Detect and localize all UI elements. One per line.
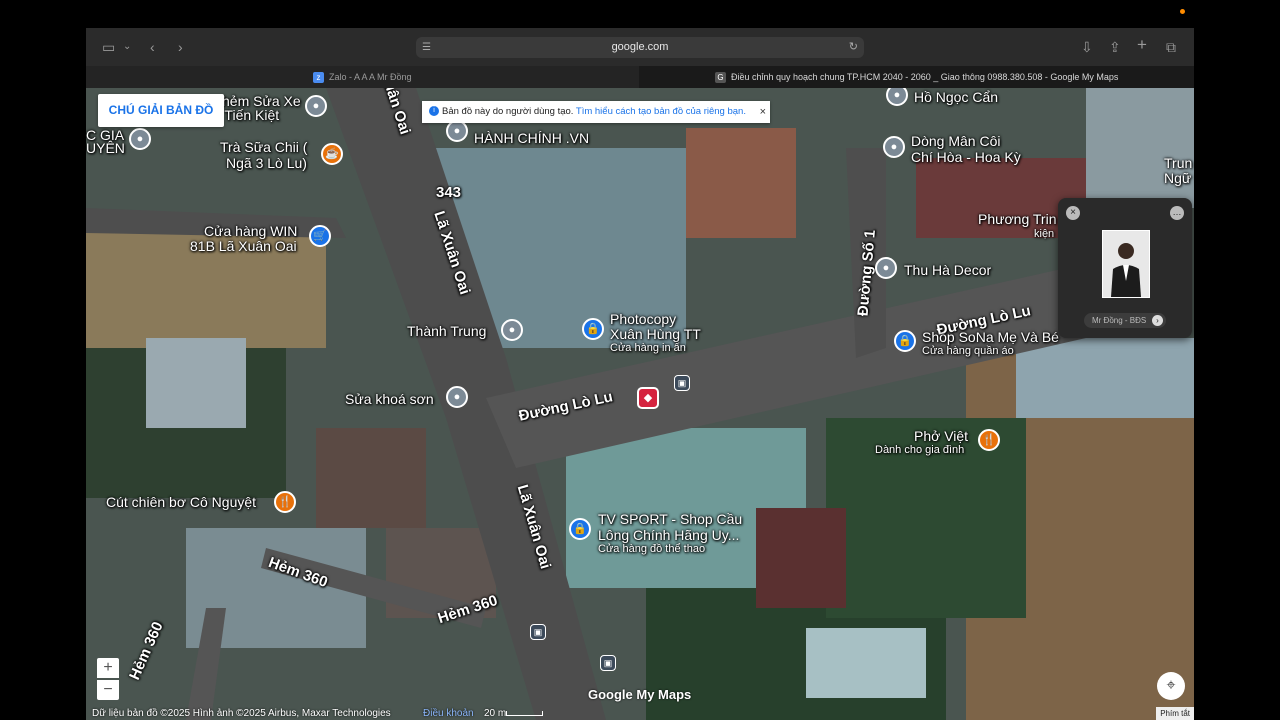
share-icon[interactable]: ⇪ <box>1109 38 1121 56</box>
chevron-right-icon[interactable]: › <box>1152 315 1163 326</box>
notice-link[interactable]: Tìm hiểu cách tạo bản đồ của riêng bạn. <box>576 106 746 117</box>
card-caption-text: Mr Đồng - BĐS <box>1092 316 1147 325</box>
place-name: Hồ Ngọc Cẩn <box>914 89 999 105</box>
place-sub: Lông Chính Hãng Uy... <box>598 527 740 543</box>
lock-marker-icon[interactable]: 🔒 <box>894 330 916 352</box>
tab-bar: z Zalo - A A A Mr Đồng G Điều chỉnh quy ho… <box>86 66 1194 88</box>
place-marker[interactable]: ● <box>446 120 468 142</box>
place-sub: Ngữ E <box>1164 170 1194 186</box>
bus-stop-icon[interactable]: ▣ <box>674 375 690 391</box>
place-marker[interactable]: ● <box>501 319 523 341</box>
tab-zalo[interactable]: z Zalo - A A A Mr Đồng <box>86 66 638 88</box>
reload-icon[interactable]: ↻ <box>849 37 858 58</box>
place-sub: kiện <box>1034 228 1055 240</box>
tab-maps-label: Điều chỉnh quy hoạch chung TP.HCM 2040 -… <box>731 72 1119 82</box>
floating-video-card[interactable]: × … Mr Đồng - BĐS › <box>1058 198 1192 338</box>
place-name: Thành Trung <box>407 323 487 339</box>
road-label: 343 <box>436 184 462 201</box>
place-sub: Xuân Hùng TT <box>610 326 701 342</box>
place-marker[interactable]: ● <box>305 95 327 117</box>
place-name: Thu Hà Decor <box>904 262 992 278</box>
keyboard-shortcuts-link[interactable]: Phím tắt <box>1156 707 1194 720</box>
forward-icon[interactable]: › <box>178 38 183 56</box>
more-options-icon[interactable]: … <box>1170 206 1184 220</box>
bus-stop-icon[interactable]: ▣ <box>600 655 616 671</box>
red-marker-icon[interactable]: ◆ <box>637 387 659 409</box>
page-menu-icon[interactable]: ☰ <box>422 37 431 58</box>
scale-label: 20 m <box>484 708 507 719</box>
place-marker[interactable]: ● <box>446 386 468 408</box>
place-name: Sửa khoá sơn <box>345 391 434 407</box>
place-name: Trà Sữa Chii ( <box>220 139 308 155</box>
place-category: Dành cho gia đình <box>875 444 965 456</box>
url-text: google.com <box>611 41 669 53</box>
close-icon[interactable]: × <box>1066 206 1080 220</box>
google-favicon-icon: G <box>715 72 726 84</box>
map-legend-button[interactable]: CHÚ GIẢI BẢN ĐỒ <box>98 94 224 127</box>
attribution-text: Dữ liệu bản đồ ©2025 Hình ảnh ©2025 Airb… <box>92 708 391 719</box>
bus-stop-icon[interactable]: ▣ <box>530 624 546 640</box>
person-icon <box>1111 243 1141 297</box>
place-sub: Ngã 3 Lò Lu) <box>226 155 307 171</box>
zalo-icon: z <box>313 72 324 84</box>
google-my-maps-logo: Google My Maps <box>588 687 692 702</box>
chevron-down-icon[interactable]: ⌄ <box>123 38 131 56</box>
place-name: HÀNH CHÍNH .VN <box>474 130 590 146</box>
place-name: Shop SoNa Mẹ Và Bé <box>922 329 1059 345</box>
place-name: Dòng Mân Côi <box>911 133 1001 149</box>
place-name: Trun <box>1164 155 1193 171</box>
place-sub: 81B Lã Xuân Oai <box>190 238 297 254</box>
browser-toolbar: ▭ ⌄ ‹ › ☰ google.com ↻ ⇩ ⇪ + ⧉ <box>86 28 1194 66</box>
profile-photo <box>1102 230 1150 298</box>
place-category: Cửa hàng in ấn <box>610 342 686 354</box>
place-name: Phở Việt <box>914 428 969 444</box>
close-icon[interactable]: × <box>760 101 766 123</box>
map-view[interactable]: uân Oai Lã Xuân Oai Lã Xuân Oai Đường Lò… <box>86 88 1194 720</box>
place-sub: Chí Hòa - Hoa Kỳ <box>911 149 1021 165</box>
shopping-cart-marker-icon[interactable]: 🛒 <box>309 225 331 247</box>
place-category: Cửa hàng quần áo <box>922 345 1014 357</box>
place-name: Cút chiên bơ Cô Nguyệt <box>106 494 257 510</box>
lock-marker-icon[interactable]: 🔒 <box>569 518 591 540</box>
sidebar-toggle-icon[interactable]: ▭ <box>102 38 115 56</box>
place-name: Phương Trin <box>978 211 1057 227</box>
recenter-icon[interactable]: ⌖ <box>1157 672 1185 700</box>
place-category: Cửa hàng đồ thể thao <box>598 543 706 555</box>
map-attribution: Dữ liệu bản đồ ©2025 Hình ảnh ©2025 Airb… <box>86 707 1194 720</box>
tab-overview-icon[interactable]: ⧉ <box>1166 38 1176 56</box>
screen: ▭ ⌄ ‹ › ☰ google.com ↻ ⇩ ⇪ + ⧉ z Zalo - A… <box>0 0 1280 720</box>
cafe-marker-icon[interactable]: ☕ <box>321 143 343 165</box>
new-tab-icon[interactable]: + <box>1137 36 1147 54</box>
place-marker[interactable]: ● <box>129 128 151 150</box>
tab-google-maps[interactable]: G Điều chỉnh quy hoạch chung TP.HCM 2040 … <box>639 66 1194 88</box>
restaurant-marker-icon[interactable]: 🍴 <box>274 491 296 513</box>
place-name: TV SPORT - Shop Cầu <box>598 511 743 527</box>
zoom-out-button[interactable]: − <box>97 680 119 700</box>
back-icon[interactable]: ‹ <box>150 38 155 56</box>
place-name: hẻm Sửa Xe <box>222 93 301 109</box>
restaurant-marker-icon[interactable]: 🍴 <box>978 429 1000 451</box>
user-map-notice: i Bản đồ này do người dùng tạo. Tìm hiểu … <box>422 101 770 123</box>
place-sub: UYÊN <box>86 140 125 156</box>
info-icon: i <box>429 106 439 117</box>
lock-marker-icon[interactable]: 🔒 <box>582 318 604 340</box>
place-name: Photocopy <box>610 311 677 327</box>
place-marker[interactable]: ● <box>883 136 905 158</box>
place-name: Cửa hàng WIN <box>204 223 298 239</box>
place-marker[interactable]: ● <box>875 257 897 279</box>
card-caption[interactable]: Mr Đồng - BĐS › <box>1084 313 1166 328</box>
notification-dot <box>1180 9 1185 14</box>
terms-link[interactable]: Điều khoản <box>423 707 474 720</box>
zoom-in-button[interactable]: + <box>97 658 119 678</box>
notice-text: Bản đồ này do người dùng tạo. <box>442 106 574 117</box>
address-bar[interactable]: ☰ google.com ↻ <box>416 37 864 58</box>
browser-window: ▭ ⌄ ‹ › ☰ google.com ↻ ⇩ ⇪ + ⧉ z Zalo - A… <box>86 28 1194 720</box>
download-icon[interactable]: ⇩ <box>1081 38 1093 56</box>
tab-zalo-label: Zalo - A A A Mr Đồng <box>329 72 412 82</box>
scale-bar <box>506 711 543 716</box>
